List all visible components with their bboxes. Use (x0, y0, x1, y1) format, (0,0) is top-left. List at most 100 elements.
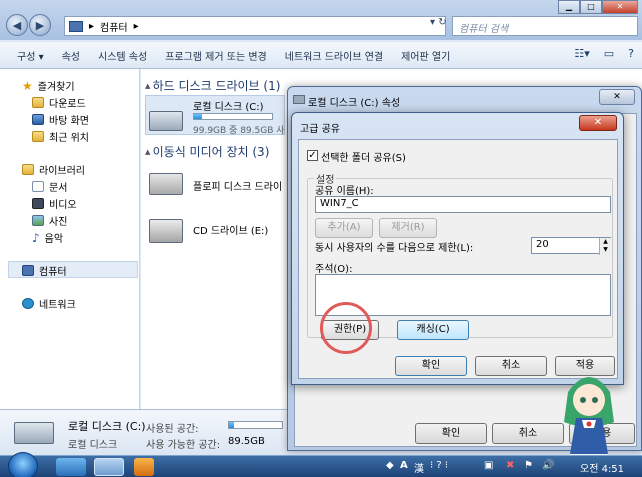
advanced-cancel-button[interactable]: 취소 (475, 356, 547, 376)
maximize-button[interactable]: □ (580, 0, 602, 14)
computer-icon (22, 265, 34, 276)
add-share-button[interactable]: 추가(A) (315, 218, 373, 238)
properties-dialog-title: 로컬 디스크 (C:) 속성 (308, 98, 401, 109)
ime-options-icon[interactable]: ⁝ ? ⁝ (430, 460, 448, 471)
videos-icon (32, 198, 44, 209)
hard-drive-icon (149, 111, 183, 131)
sidebar-item-desktop[interactable]: 바탕 화면 (32, 112, 89, 127)
floppy-drive-name[interactable]: 플로피 디스크 드라이 (193, 178, 282, 193)
media-player-icon[interactable] (134, 458, 154, 476)
sidebar-item-videos[interactable]: 비디오 (32, 196, 77, 211)
used-space-fill (229, 422, 235, 428)
used-space-bar (228, 421, 283, 429)
sidebar-item-label: 컴퓨터 (39, 267, 67, 278)
search-input[interactable]: 컴퓨터 검색 (452, 16, 638, 36)
properties-ok-button[interactable]: 확인 (415, 423, 487, 444)
minimize-button[interactable]: ▁ (558, 0, 580, 14)
group-header-hard-disks[interactable]: 하드 디스크 드라이브 (1) (145, 77, 281, 94)
system-properties-button[interactable]: 시스템 속성 (89, 48, 156, 63)
sidebar-item-label: 다운로드 (49, 99, 86, 110)
organize-button[interactable]: 구성 ▾ (8, 48, 53, 63)
sidebar-item-label: 네트워크 (39, 300, 76, 311)
free-space-value: 89.5GB (228, 436, 265, 447)
group-header-removable[interactable]: 이동식 미디어 장치 (3) (145, 143, 270, 160)
comment-label: 주석(O): (315, 264, 353, 275)
address-bar[interactable]: ▸ 컴퓨터 ▸ (64, 16, 446, 36)
clock[interactable]: 오전 4:51 (580, 460, 624, 475)
preview-pane-icon[interactable]: ▭ (604, 47, 614, 60)
share-name-label: 공유 이름(H): (315, 186, 374, 197)
command-bar: 구성 ▾ 속성 시스템 속성 프로그램 제거 또는 변경 네트워크 드라이브 연… (0, 42, 642, 69)
sidebar-item-label: 최근 위치 (49, 133, 89, 144)
share-folder-checkbox-label[interactable]: 선택한 폴더 공유(S) (321, 149, 406, 164)
sidebar-item-pictures[interactable]: 사진 (32, 213, 67, 228)
internet-explorer-icon[interactable] (56, 458, 86, 476)
pictures-icon (32, 215, 44, 226)
refresh-icon[interactable]: ▾ ↻ (430, 17, 447, 28)
map-network-drive-button[interactable]: 네트워크 드라이브 연결 (276, 48, 392, 63)
view-options-icon[interactable]: ☷▾ (574, 47, 589, 60)
sidebar-item-computer[interactable]: 컴퓨터 (22, 263, 67, 278)
mascot-image (564, 377, 614, 460)
open-control-panel-button[interactable]: 제어판 열기 (392, 48, 459, 63)
sidebar-item-libraries[interactable]: 라이브러리 (22, 162, 85, 177)
network-icon (22, 298, 34, 309)
sidebar-item-network[interactable]: 네트워크 (22, 296, 76, 311)
computer-icon (69, 20, 83, 32)
advanced-ok-button[interactable]: 확인 (395, 356, 467, 376)
drive-name: 로컬 디스크 (C:) (193, 102, 264, 113)
close-button[interactable]: ✕ (602, 0, 638, 14)
breadcrumb-arrow-icon: ▸ (133, 20, 139, 32)
user-limit-value: 20 (536, 239, 549, 250)
sidebar-item-label: 음악 (44, 234, 64, 245)
free-space-label: 사용 가능한 공간: (146, 440, 221, 451)
caching-button[interactable]: 캐싱(C) (397, 320, 469, 340)
tray-icon[interactable]: ▣ (484, 460, 493, 471)
action-center-icon[interactable]: ⚑ (524, 460, 533, 471)
advanced-sharing-close-button[interactable]: ✕ (579, 115, 617, 131)
annotation-circle (320, 302, 372, 354)
sidebar-item-label: 문서 (49, 183, 68, 194)
documents-icon (32, 181, 44, 192)
user-limit-label: 동시 사용자의 수를 다음으로 제한(L): (315, 243, 474, 254)
language-icon[interactable]: ◆ (386, 460, 394, 471)
sidebar-item-documents[interactable]: 문서 (32, 179, 67, 194)
properties-close-button[interactable]: ✕ (599, 89, 635, 105)
breadcrumb-arrow-icon: ▸ (89, 20, 95, 32)
sidebar-item-label: 라이브러리 (39, 166, 85, 177)
window-controls: ▁ □ ✕ (558, 0, 638, 14)
details-name: 로컬 디스크 (C:) (68, 420, 146, 433)
drive-usage-bar (193, 113, 273, 120)
navigation-pane: ★ 즐겨찾기 다운로드 바탕 화면 최근 위치 라이브러리 문서 비디오 사진 … (0, 69, 140, 409)
sidebar-item-music[interactable]: ♪ 음악 (32, 230, 64, 246)
network-tray-icon[interactable]: ✖ (506, 460, 514, 471)
drive-title-icon (293, 95, 305, 104)
properties-button[interactable]: 속성 (53, 48, 89, 63)
explorer-taskbar-icon[interactable] (94, 458, 124, 476)
ime-alpha-indicator[interactable]: A (400, 460, 408, 471)
desktop-icon (32, 114, 44, 125)
cd-drive-name[interactable]: CD 드라이브 (E:) (193, 222, 268, 237)
volume-icon[interactable]: 🔊 (542, 460, 554, 471)
back-button[interactable]: ◀ (6, 14, 28, 36)
taskbar: ◆ A 漢 ⁝ ? ⁝ ▣ ✖ ⚑ 🔊 오전 4:51 (0, 452, 642, 477)
share-name-field[interactable]: WIN7_C (315, 196, 611, 213)
sidebar-item-recent-places[interactable]: 최근 위치 (32, 129, 89, 144)
recent-places-icon (32, 131, 44, 142)
library-icon (22, 164, 34, 175)
remove-share-button[interactable]: 제거(R) (379, 218, 437, 238)
sidebar-item-favorites[interactable]: ★ 즐겨찾기 (22, 78, 75, 94)
breadcrumb[interactable]: 컴퓨터 (100, 19, 128, 34)
sidebar-item-downloads[interactable]: 다운로드 (32, 95, 86, 110)
ime-hanja-indicator[interactable]: 漢 (414, 460, 424, 475)
share-folder-checkbox[interactable]: ✓ (307, 150, 318, 161)
details-type: 로컬 디스크 (68, 440, 118, 451)
spin-arrows-icon[interactable]: ▲ ▼ (599, 238, 611, 255)
music-icon: ♪ (32, 230, 40, 245)
uninstall-program-button[interactable]: 프로그램 제거 또는 변경 (156, 48, 276, 63)
help-icon[interactable]: ? (628, 47, 634, 60)
forward-button[interactable]: ▶ (29, 14, 51, 36)
start-button[interactable] (8, 452, 38, 477)
drive-usage-fill (194, 114, 202, 119)
explorer-titlebar: ◀ ▶ ▸ 컴퓨터 ▸ ▾ ↻ 컴퓨터 검색 ▁ □ ✕ (0, 0, 642, 40)
